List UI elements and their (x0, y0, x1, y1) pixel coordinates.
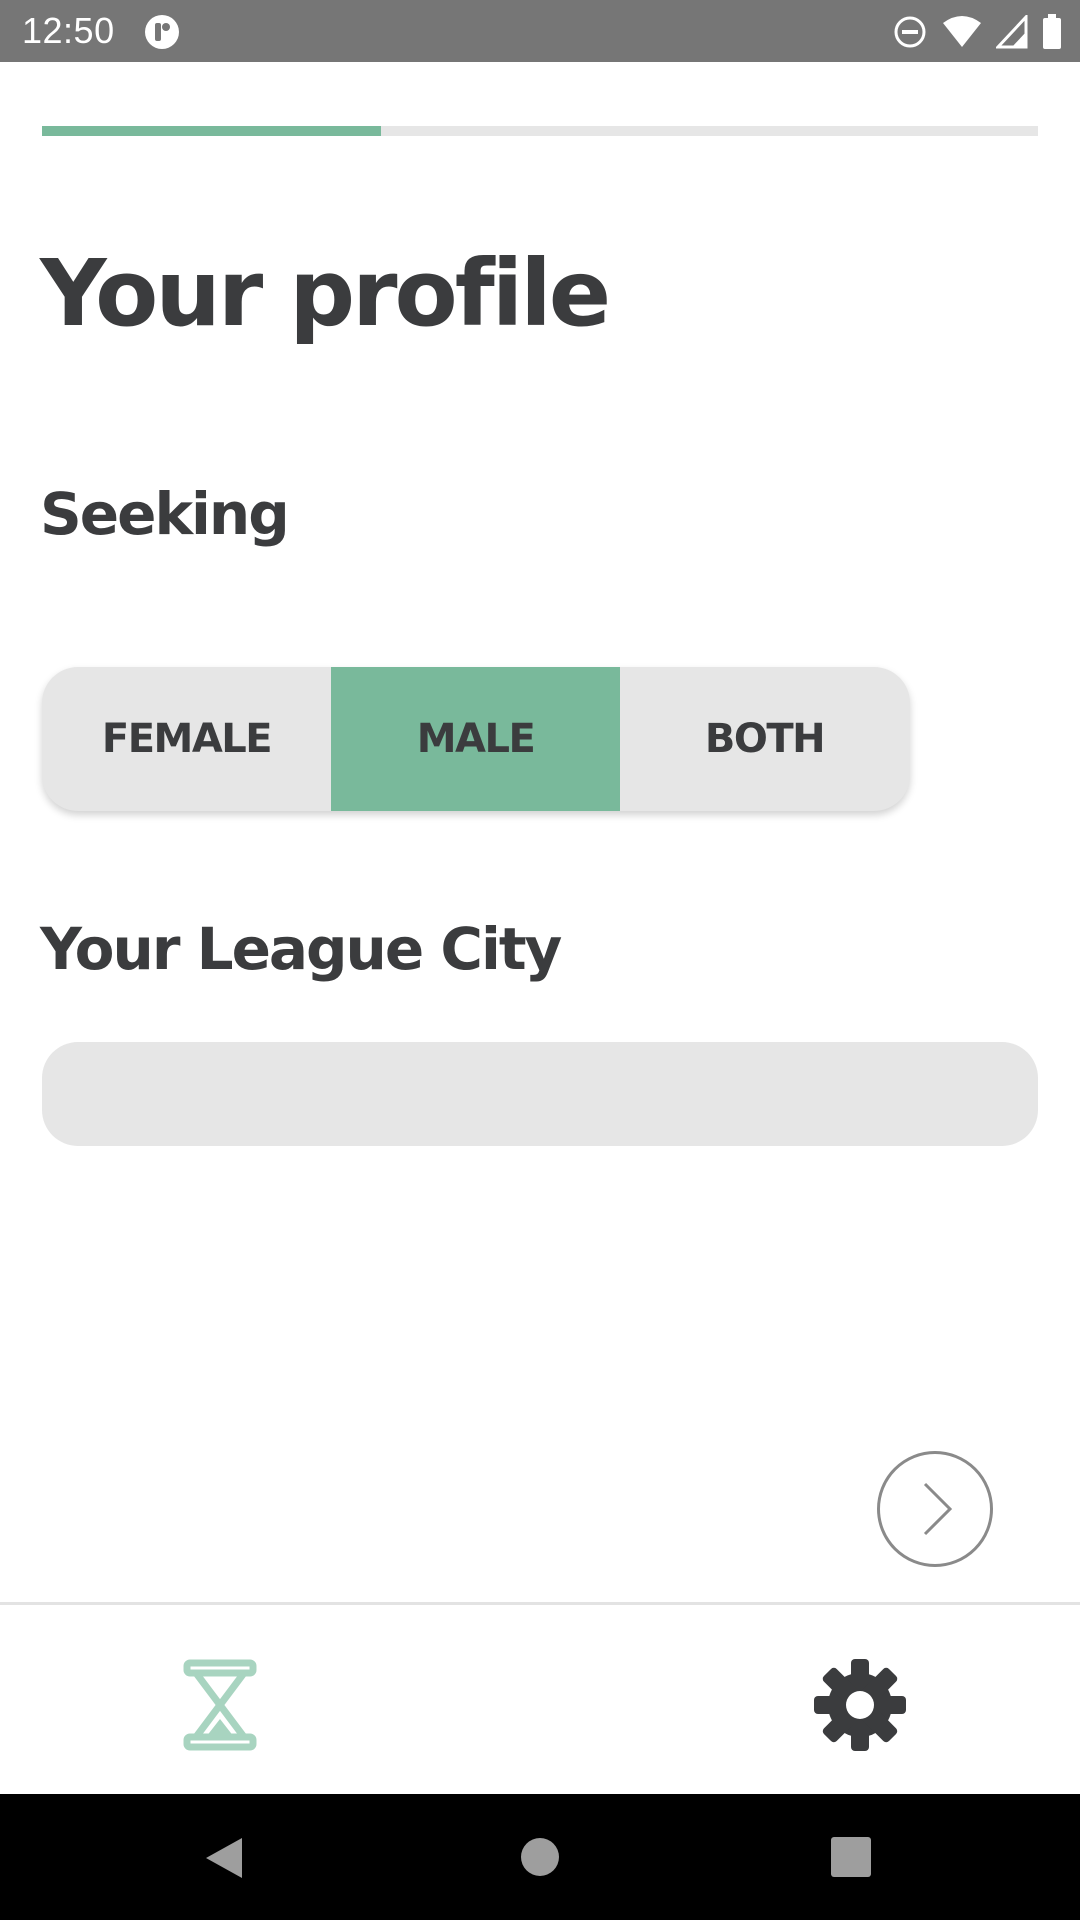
gear-icon (814, 1659, 906, 1751)
next-button[interactable] (877, 1451, 993, 1567)
status-bar: 12:50 (0, 0, 1080, 62)
page-title: Your profile (40, 240, 611, 347)
league-city-label: Your League City (40, 915, 562, 983)
battery-icon (1043, 14, 1061, 49)
hourglass-icon (183, 1659, 257, 1751)
seeking-selector: FEMALE MALE BOTH (42, 667, 910, 811)
nav-item-settings[interactable] (810, 1655, 910, 1755)
nav-item-hourglass[interactable] (170, 1655, 270, 1755)
system-navigation-bar (0, 1794, 1080, 1920)
bottom-navigation (0, 1602, 1080, 1794)
chevron-right-icon (923, 1482, 953, 1536)
recents-icon[interactable] (831, 1837, 871, 1877)
wifi-icon (943, 16, 981, 47)
onboarding-progress-bar (42, 126, 1038, 136)
progress-fill (42, 126, 381, 136)
league-city-input[interactable] (42, 1042, 1038, 1146)
seeking-label: Seeking (40, 480, 290, 548)
app-notification-icon (145, 15, 179, 49)
back-icon[interactable] (204, 1836, 244, 1880)
seeking-option-both[interactable]: BOTH (620, 667, 909, 811)
status-time: 12:50 (22, 10, 115, 51)
seeking-option-female[interactable]: FEMALE (42, 667, 331, 811)
cell-signal-icon (996, 15, 1028, 49)
do-not-disturb-icon (894, 16, 926, 48)
home-icon[interactable] (520, 1837, 560, 1877)
seeking-option-male[interactable]: MALE (331, 667, 620, 811)
